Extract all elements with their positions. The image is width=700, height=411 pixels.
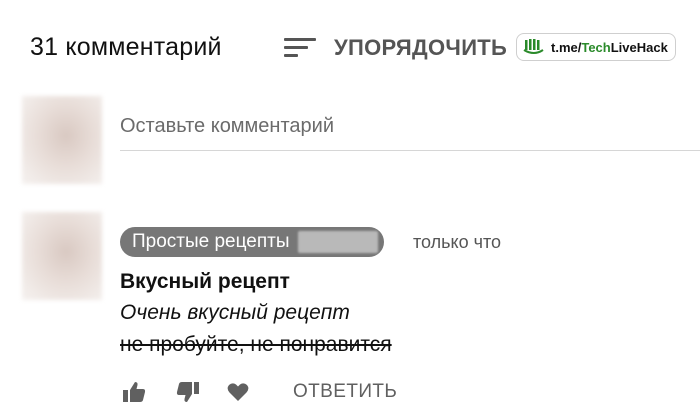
comment-text-italic: Очень вкусный рецепт: [120, 301, 350, 324]
comment-timestamp[interactable]: только что: [413, 232, 501, 253]
thumbs-down-icon[interactable]: [175, 380, 201, 404]
comment-count: 31 комментарий: [30, 33, 222, 61]
telegram-watermark: t.me/Tech LiveHack: [516, 33, 676, 61]
author-badge[interactable]: Простые рецепты: [120, 227, 384, 257]
comment-input-container[interactable]: [120, 108, 700, 151]
watermark-highlight: Tech: [581, 39, 611, 55]
reply-button[interactable]: ОТВЕТИТЬ: [293, 381, 397, 403]
watermark-suffix: LiveHack: [610, 39, 668, 55]
logo-icon: [523, 39, 544, 54]
author-name-redacted: [297, 231, 378, 253]
sort-label: УПОРЯДОЧИТЬ: [334, 35, 508, 60]
author-name: Простые рецепты: [132, 231, 290, 252]
sort-button[interactable]: УПОРЯДОЧИТЬ: [284, 33, 507, 63]
watermark-prefix: t.me/: [551, 39, 582, 55]
author-avatar[interactable]: [22, 212, 102, 300]
thumbs-up-icon[interactable]: [121, 380, 147, 404]
comment-text-strikethrough: не пробуйте, не понравится: [120, 333, 392, 356]
user-avatar: [22, 96, 102, 184]
comment-actions: ОТВЕТИТЬ: [121, 380, 397, 404]
comment-input[interactable]: [120, 108, 700, 144]
comment-title: Вкусный рецепт: [120, 270, 290, 293]
heart-icon[interactable]: [225, 380, 251, 404]
sort-icon: [284, 36, 316, 60]
